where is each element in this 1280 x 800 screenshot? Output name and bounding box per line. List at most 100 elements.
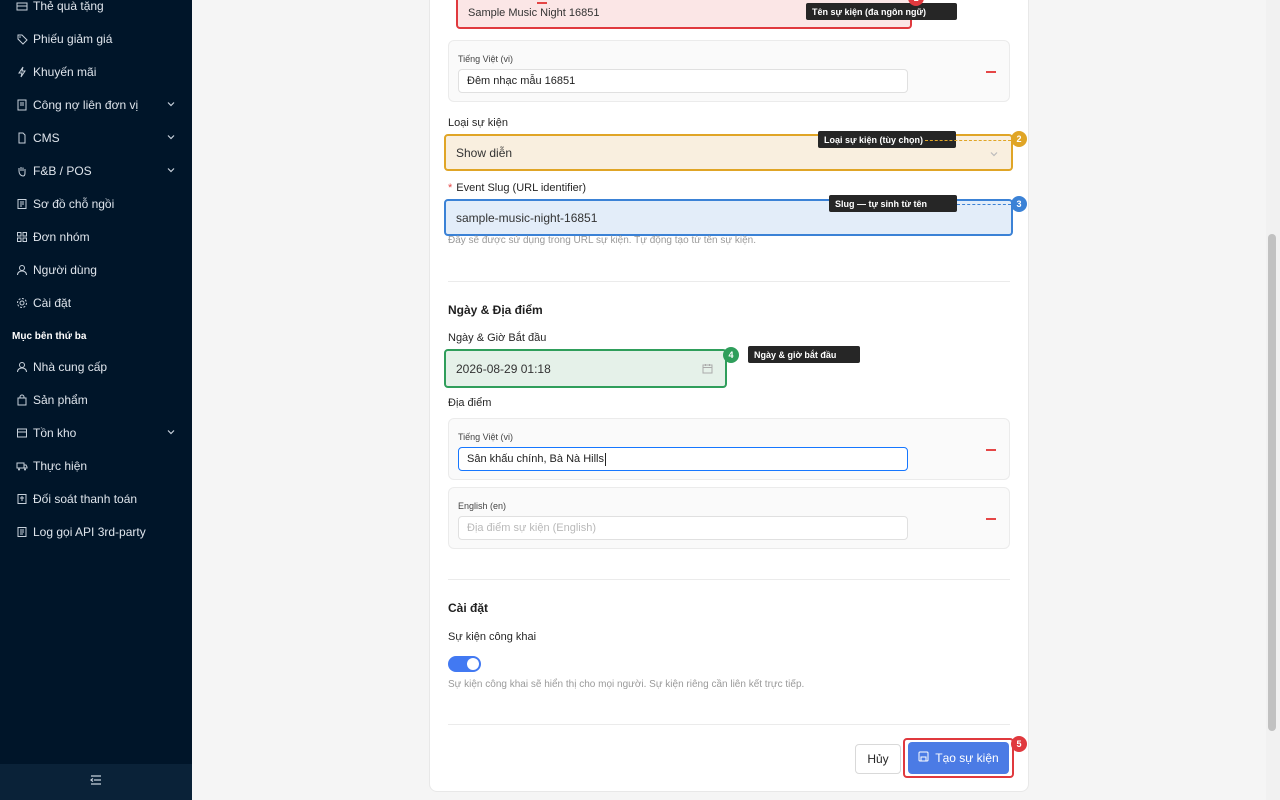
sidebar-item--i-so-t-thanh-to-n[interactable]: Đối soát thanh toán <box>0 482 192 515</box>
event-type-label: Loại sự kiện <box>448 117 508 129</box>
sidebar-item-c-ng-n-li-n-n-v-[interactable]: Công nợ liên đơn vị <box>0 88 192 121</box>
sidebar-item-c-i-t[interactable]: Cài đặt <box>0 286 192 319</box>
event-name-en-value: Sample Music Night 16851 <box>468 6 600 19</box>
bag-icon <box>16 394 28 406</box>
venue-en-placeholder: Địa điểm sự kiện (English) <box>467 522 597 534</box>
event-name-vi-input[interactable]: Đêm nhạc mẫu 16851 <box>458 69 908 93</box>
toggle-knob <box>467 658 479 670</box>
sidebar-item-label: F&B / POS <box>33 163 92 178</box>
start-datetime-value: 2026-08-29 01:18 <box>456 361 551 376</box>
sidebar-item-log-g-i-api-3rd-party[interactable]: Log gọi API 3rd-party <box>0 515 192 548</box>
lightning-icon <box>16 66 28 78</box>
sidebar-item-label: Thực hiện <box>33 458 88 473</box>
sidebar-item-label: Đối soát thanh toán <box>33 491 138 506</box>
annotation-badge-4: 4 <box>723 347 739 363</box>
section-divider <box>448 281 1010 282</box>
public-event-help: Sự kiện công khai sẽ hiển thị cho mọi ng… <box>448 679 805 690</box>
ledger-icon <box>16 99 28 111</box>
annotation-label-3: Slug — tự sinh từ tên <box>829 195 957 212</box>
sidebar-item-label: Đơn nhóm <box>33 229 90 244</box>
slug-label: * Event Slug (URL identifier) <box>448 182 586 194</box>
sidebar-item-t-n-kho[interactable]: Tồn kho <box>0 416 192 449</box>
remove-language-button[interactable] <box>986 449 996 451</box>
chevron-down-icon <box>166 131 176 141</box>
section-divider <box>448 579 1010 580</box>
sidebar-item-f-b-pos[interactable]: F&B / POS <box>0 154 192 187</box>
sidebar-item-label: Sơ đồ chỗ ngồi <box>33 196 115 211</box>
sidebar-item-label: CMS <box>33 130 60 145</box>
required-mark: * <box>448 182 453 194</box>
chevron-down-icon <box>166 98 176 108</box>
venue-label: Địa điểm <box>448 397 492 409</box>
gift-card-icon <box>16 0 28 12</box>
log-icon <box>16 526 28 538</box>
create-event-button[interactable]: Tạo sự kiện <box>908 742 1009 774</box>
slug-value: sample-music-night-16851 <box>456 210 598 225</box>
remove-language-button[interactable] <box>986 71 996 73</box>
sidebar-group-label: Mục bên thứ ba <box>12 331 87 342</box>
venue-en-label: English (en) <box>458 501 507 511</box>
sidebar-item-s-ch-ng-i[interactable]: Sơ đồ chỗ ngồi <box>0 187 192 220</box>
venue-vi-input[interactable]: Sân khấu chính, Bà Nà Hills <box>458 447 908 471</box>
annotation-leader-3 <box>957 204 1011 205</box>
public-event-label: Sự kiện công khai <box>448 631 537 643</box>
reconcile-icon <box>16 493 28 505</box>
sidebar-item-label: Công nợ liên đơn vị <box>33 97 139 112</box>
annotation-label-4: Ngày & giờ bắt đầu <box>748 346 860 363</box>
sidebar-item-phi-u-gi-m-gi-[interactable]: Phiếu giảm giá <box>0 22 192 55</box>
sidebar-item-th-c-hi-n[interactable]: Thực hiện <box>0 449 192 482</box>
annotation-label-1: Tên sự kiện (đa ngôn ngữ) <box>806 3 957 20</box>
event-form-card <box>429 0 1029 792</box>
calendar-icon <box>702 363 713 377</box>
venue-en-input[interactable]: Địa điểm sự kiện (English) <box>458 516 908 540</box>
document-icon <box>16 132 28 144</box>
chevron-down-icon <box>166 426 176 436</box>
gear-icon <box>16 297 28 309</box>
remove-language-button[interactable] <box>986 518 996 520</box>
sidebar-item--n-nh-m[interactable]: Đơn nhóm <box>0 220 192 253</box>
scrollbar-thumb[interactable] <box>1268 234 1276 731</box>
start-datetime-label: Ngày & Giờ Bắt đầu <box>448 332 547 344</box>
sidebar: Thẻ quà tặng Phiếu giảm giá Khuyến mãi Công… <box>0 0 192 800</box>
annotation-leader-2 <box>925 140 1011 141</box>
collapse-sidebar-button[interactable] <box>0 764 192 800</box>
sidebar-item-label: Phiếu giảm giá <box>33 31 113 46</box>
sidebar-item-th-qu-t-ng[interactable]: Thẻ quà tặng <box>0 0 192 22</box>
seat-map-icon <box>16 198 28 210</box>
sidebar-item-label: Nhà cung cấp <box>33 359 108 374</box>
slug-help-text: Đây sẽ được sử dụng trong URL sự kiện. T… <box>448 235 756 246</box>
sidebar-item-label: Khuyến mãi <box>33 64 97 79</box>
sidebar-item-nh-cung-c-p[interactable]: Nhà cung cấp <box>0 350 192 383</box>
sidebar-item-s-n-ph-m[interactable]: Sản phẩm <box>0 383 192 416</box>
grid-icon <box>16 231 28 243</box>
sidebar-item-label: Thẻ quà tặng <box>33 0 104 13</box>
venue-vi-label: Tiếng Việt (vi) <box>458 432 514 442</box>
annotation-badge-3: 3 <box>1011 196 1027 212</box>
sidebar-item-label: Log gọi API 3rd-party <box>33 524 146 539</box>
sidebar-item-khuy-n-m-i[interactable]: Khuyến mãi <box>0 55 192 88</box>
chevron-down-icon <box>166 164 176 174</box>
sidebar-item-label: Cài đặt <box>33 295 72 310</box>
chevron-down-icon <box>989 148 999 162</box>
inventory-icon <box>16 427 28 439</box>
save-icon <box>918 751 935 765</box>
cancel-button[interactable]: Hủy <box>855 744 901 774</box>
annotation-badge-2: 2 <box>1011 131 1027 147</box>
venue-vi-box: Tiếng Việt (vi) Sân khấu chính, Bà Nà Hi… <box>448 418 1010 480</box>
remove-language-button[interactable] <box>537 2 547 4</box>
start-datetime-picker[interactable]: 2026-08-29 01:18 <box>444 349 727 388</box>
venue-en-box: English (en) Địa điểm sự kiện (English) <box>448 487 1010 549</box>
sidebar-item-label: Tồn kho <box>33 425 77 440</box>
public-event-toggle[interactable] <box>448 656 481 672</box>
text-cursor <box>604 452 606 466</box>
settings-section-title: Cài đặt <box>448 601 489 615</box>
event-name-vi-value: Đêm nhạc mẫu 16851 <box>467 75 576 87</box>
hand-icon <box>16 165 28 177</box>
sidebar-item-ng-i-d-ng[interactable]: Người dùng <box>0 253 192 286</box>
event-type-value: Show diễn <box>456 145 513 160</box>
event-name-vi-box: Tiếng Việt (vi) Đêm nhạc mẫu 16851 <box>448 40 1010 102</box>
date-venue-section-title: Ngày & Địa điểm <box>448 303 543 317</box>
venue-vi-value: Sân khấu chính, Bà Nà Hills <box>467 453 604 465</box>
sidebar-item-cms[interactable]: CMS <box>0 121 192 154</box>
create-event-label: Tạo sự kiện <box>935 751 999 765</box>
